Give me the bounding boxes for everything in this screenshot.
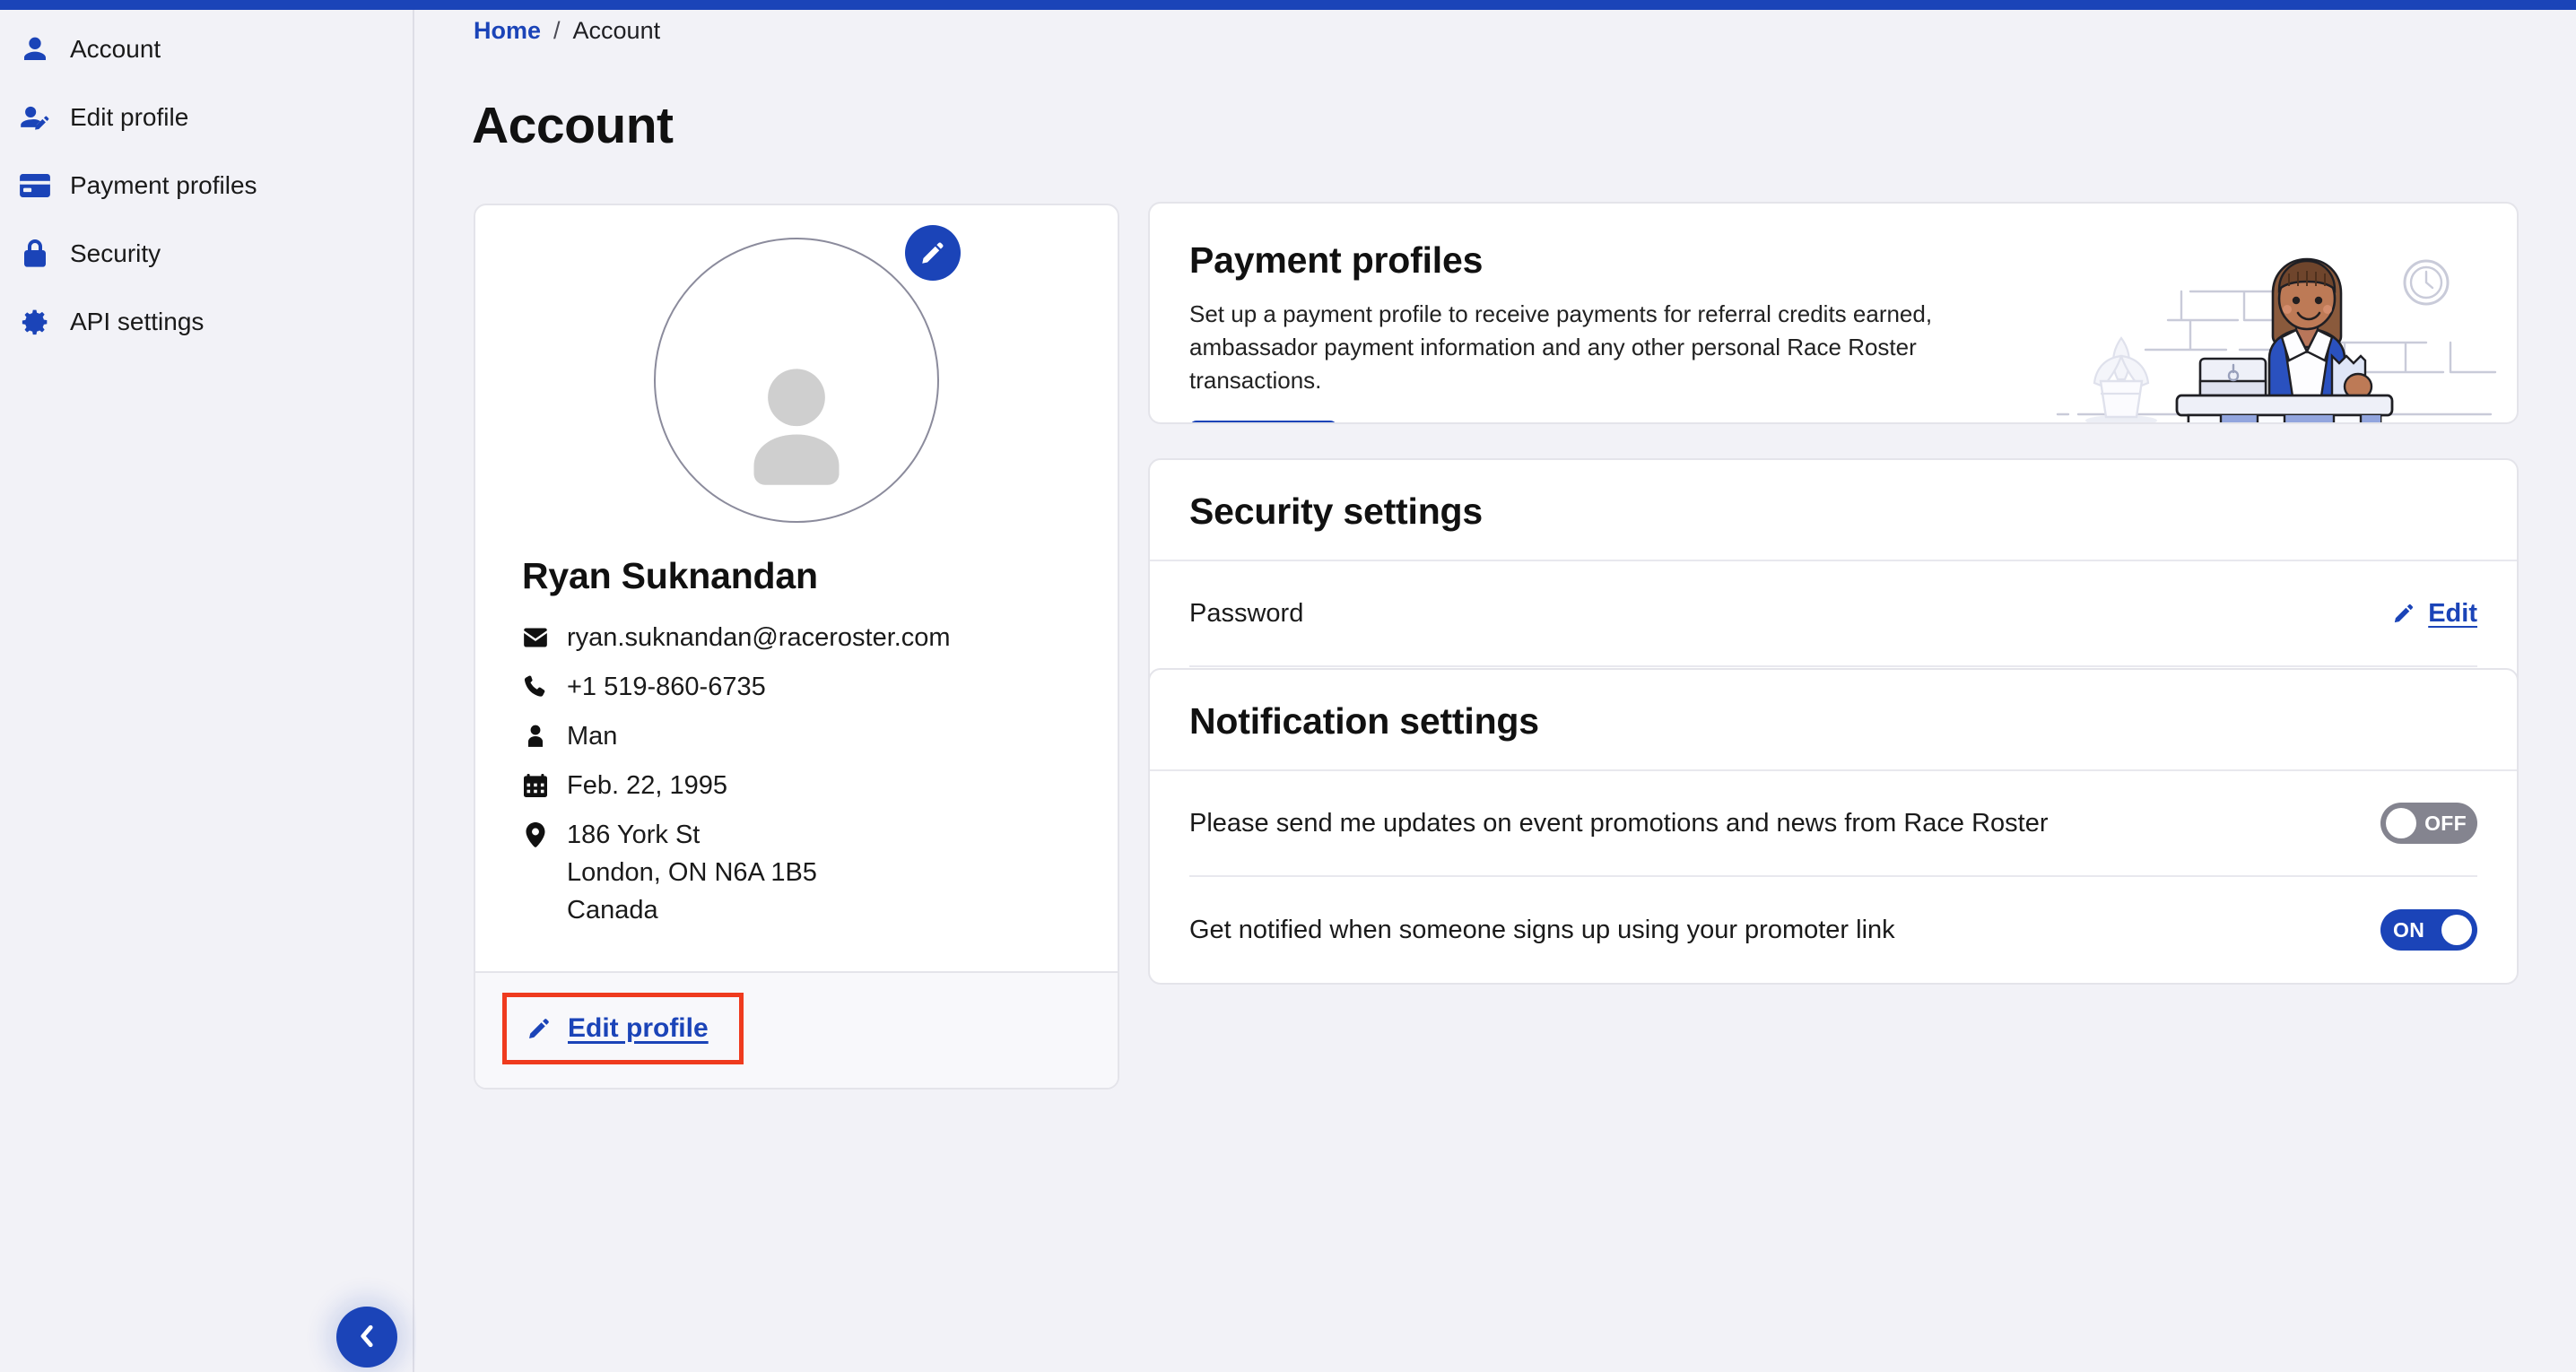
profile-detail-value: Feb. 22, 1995 bbox=[567, 767, 727, 804]
notification-row-promoter-link: Get notified when someone signs up using… bbox=[1189, 877, 2477, 983]
pencil-icon bbox=[919, 239, 946, 266]
profile-name: Ryan Suknandan bbox=[522, 555, 1071, 597]
payment-profiles-body: Payment profiles Set up a payment profil… bbox=[1150, 204, 2517, 422]
chevron-left-icon bbox=[357, 1324, 377, 1351]
avatar bbox=[654, 238, 939, 523]
profile-detail-gender: Man bbox=[522, 717, 1071, 755]
sidebar-item-edit-profile[interactable]: Edit profile bbox=[0, 83, 413, 152]
profile-card-body: Ryan Suknandan ryan.suknandan@raceroster… bbox=[475, 205, 1118, 971]
toggle-knob bbox=[2386, 808, 2416, 838]
map-pin-icon bbox=[522, 816, 549, 854]
security-row-label-group: Password bbox=[1189, 599, 1303, 629]
pencil-icon bbox=[2392, 602, 2415, 625]
promotions-toggle[interactable]: OFF bbox=[2380, 803, 2477, 844]
sidebar-collapse-button[interactable] bbox=[336, 1307, 397, 1368]
sidebar-navigation: Account Edit profile Payment profiles Se… bbox=[0, 10, 414, 1372]
breadcrumb-current: Account bbox=[573, 17, 661, 45]
breadcrumb-home-link[interactable]: Home bbox=[474, 17, 541, 45]
payment-profiles-card: Payment profiles Set up a payment profil… bbox=[1148, 202, 2519, 424]
avatar-container bbox=[654, 238, 939, 523]
breadcrumb: Home / Account bbox=[474, 17, 660, 45]
profile-details: ryan.suknandan@raceroster.com +1 519-860… bbox=[522, 619, 1071, 929]
calendar-icon bbox=[522, 767, 549, 804]
sidebar-item-label: API settings bbox=[70, 309, 204, 334]
breadcrumb-separator: / bbox=[553, 17, 561, 45]
payment-profiles-title: Payment profiles bbox=[1189, 239, 2477, 282]
edit-profile-label: Edit profile bbox=[568, 1013, 709, 1044]
security-settings-header: Security settings bbox=[1150, 460, 2517, 561]
profile-detail-value: +1 519-860-6735 bbox=[567, 668, 766, 706]
gear-icon bbox=[20, 307, 50, 337]
sidebar-item-payment-profiles[interactable]: Payment profiles bbox=[0, 152, 413, 220]
notification-row-promotions: Please send me updates on event promotio… bbox=[1189, 771, 2477, 877]
main-content: Home / Account Account Ryan Suknandan bbox=[416, 10, 2576, 1372]
lock-icon bbox=[20, 239, 50, 269]
profile-detail-value: ryan.suknandan@raceroster.com bbox=[567, 619, 951, 656]
edit-profile-link[interactable]: Edit profile bbox=[502, 993, 744, 1064]
security-row-label: Password bbox=[1189, 599, 1303, 629]
profile-detail-value: 186 York St London, ON N6A 1B5 Canada bbox=[567, 816, 817, 929]
credit-card-icon bbox=[20, 170, 50, 201]
user-icon bbox=[20, 34, 50, 65]
phone-icon bbox=[522, 668, 549, 706]
security-settings-title: Security settings bbox=[1189, 491, 2477, 533]
sidebar-item-account[interactable]: Account bbox=[0, 15, 413, 83]
envelope-icon bbox=[522, 619, 549, 656]
notification-settings-rows: Please send me updates on event promotio… bbox=[1150, 771, 2517, 983]
notification-settings-card: Notification settings Please send me upd… bbox=[1148, 668, 2519, 985]
profile-detail-address: 186 York St London, ON N6A 1B5 Canada bbox=[522, 816, 1071, 929]
toggle-knob bbox=[2441, 915, 2472, 945]
profile-detail-phone: +1 519-860-6735 bbox=[522, 668, 1071, 706]
sidebar-item-label: Edit profile bbox=[70, 105, 188, 130]
page-title: Account bbox=[472, 96, 674, 155]
toggle-state-label: ON bbox=[2393, 909, 2424, 951]
payment-profiles-description: Set up a payment profile to receive paym… bbox=[1189, 298, 2050, 397]
notification-row-label: Get notified when someone signs up using… bbox=[1189, 916, 1895, 945]
security-row-password: Password Edit bbox=[1189, 561, 2477, 667]
profile-card: Ryan Suknandan ryan.suknandan@raceroster… bbox=[474, 204, 1119, 1090]
sidebar-item-security[interactable]: Security bbox=[0, 220, 413, 288]
profile-card-footer: Edit profile bbox=[475, 971, 1118, 1088]
pencil-icon bbox=[527, 1016, 552, 1041]
avatar-edit-button[interactable] bbox=[905, 225, 961, 281]
payment-profiles-edit-button[interactable]: Edit bbox=[1189, 421, 1337, 424]
top-accent-bar bbox=[0, 0, 2576, 10]
sidebar-item-api-settings[interactable]: API settings bbox=[0, 288, 413, 356]
sidebar-item-label: Account bbox=[70, 37, 161, 62]
notification-settings-header: Notification settings bbox=[1150, 670, 2517, 771]
notification-settings-title: Notification settings bbox=[1189, 700, 2477, 742]
password-edit-link[interactable]: Edit bbox=[2392, 599, 2477, 629]
person-placeholder-icon bbox=[729, 356, 864, 521]
sidebar-item-label: Security bbox=[70, 241, 161, 266]
password-edit-label: Edit bbox=[2428, 599, 2477, 629]
profile-detail-birthdate: Feb. 22, 1995 bbox=[522, 767, 1071, 804]
user-edit-icon bbox=[20, 102, 50, 133]
sidebar-item-label: Payment profiles bbox=[70, 173, 257, 198]
promoter-link-toggle[interactable]: ON bbox=[2380, 909, 2477, 951]
person-icon bbox=[522, 717, 549, 755]
notification-row-label: Please send me updates on event promotio… bbox=[1189, 809, 2049, 838]
toggle-state-label: OFF bbox=[2424, 803, 2467, 844]
profile-detail-email: ryan.suknandan@raceroster.com bbox=[522, 619, 1071, 656]
profile-detail-value: Man bbox=[567, 717, 617, 755]
